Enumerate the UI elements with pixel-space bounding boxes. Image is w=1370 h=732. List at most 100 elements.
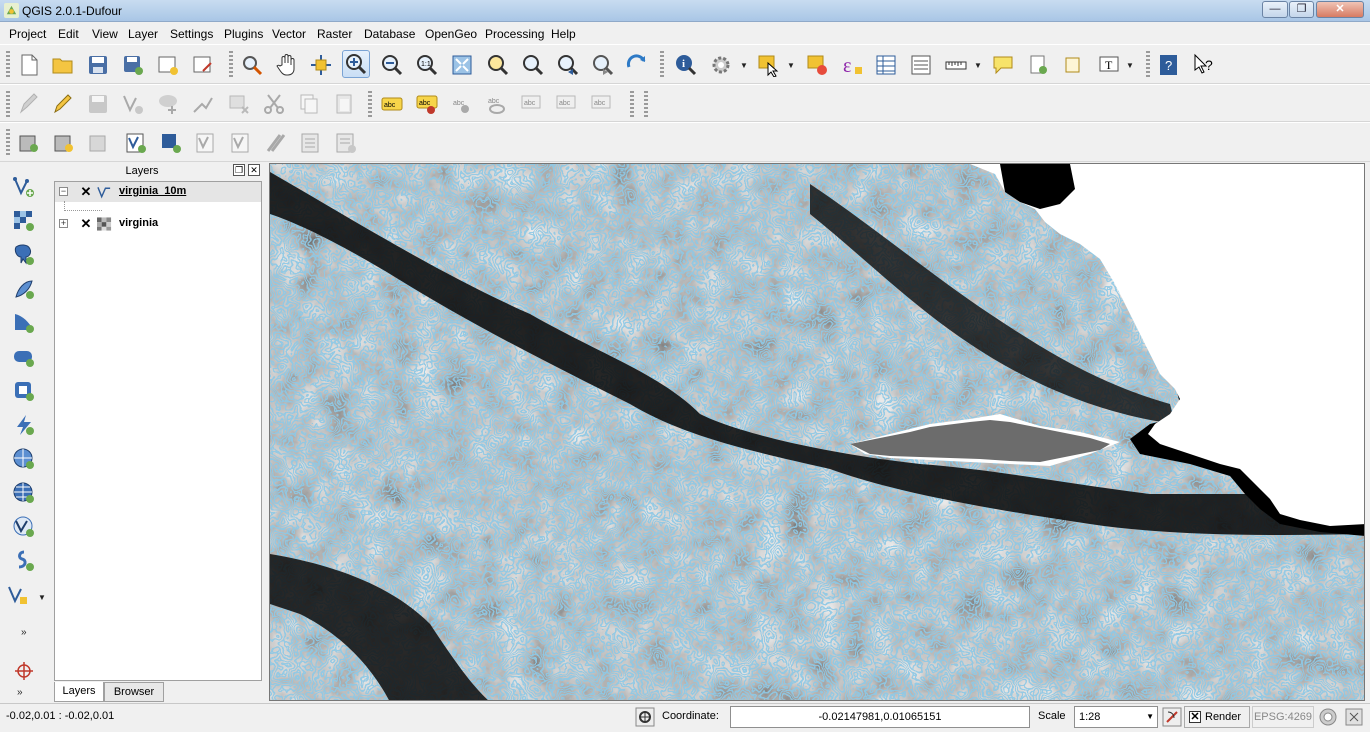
menu-settings[interactable]: Settings	[170, 27, 213, 41]
coordinate-field[interactable]: -0.02147981,0.01065151	[730, 706, 1030, 728]
layer-row-virginia-10m[interactable]: − ✕ virginia_10m	[55, 182, 261, 202]
delete-selected-icon[interactable]	[225, 90, 253, 118]
messages-icon[interactable]	[1344, 707, 1364, 727]
show-bookmarks-icon[interactable]	[1059, 51, 1087, 79]
zoom-to-layer-icon[interactable]	[518, 51, 546, 79]
toolbar-grip[interactable]	[6, 129, 10, 155]
zoom-actual-size-icon[interactable]: 1:1	[413, 51, 441, 79]
add-gps-icon[interactable]	[10, 513, 38, 541]
add-wfs-icon[interactable]	[262, 129, 290, 157]
help-icon[interactable]: ?	[1155, 51, 1183, 79]
toolbar-grip[interactable]	[630, 91, 634, 117]
render-checkbox[interactable]: ✕	[1189, 711, 1201, 723]
collapse-icon[interactable]: −	[59, 187, 68, 196]
map-tips-icon[interactable]	[989, 51, 1017, 79]
whats-this-icon[interactable]: ?	[1190, 51, 1218, 79]
add-spatialite-icon[interactable]	[15, 129, 43, 157]
toolbar-grip[interactable]	[6, 91, 10, 117]
move-feature-icon[interactable]	[154, 90, 182, 118]
zoom-full-icon[interactable]	[448, 51, 476, 79]
chevron-down-icon[interactable]: »	[21, 627, 31, 638]
chevron-down-icon[interactable]: ▼	[740, 61, 750, 71]
render-toggle[interactable]: ✕ Render	[1184, 706, 1250, 728]
toggle-editing-icon[interactable]	[49, 90, 77, 118]
copy-features-icon[interactable]	[295, 90, 323, 118]
toolbar-grip[interactable]	[368, 91, 372, 117]
current-edits-icon[interactable]	[15, 90, 43, 118]
menu-processing[interactable]: Processing	[485, 27, 544, 41]
add-wms-layer-icon[interactable]	[10, 377, 38, 405]
statistics-icon[interactable]	[907, 51, 935, 79]
chevron-down-icon[interactable]: ▼	[1146, 707, 1154, 727]
show-hide-labels-icon[interactable]: abc	[448, 90, 476, 118]
menu-plugins[interactable]: Plugins	[224, 27, 263, 41]
pin-labels-icon[interactable]: abc	[413, 90, 441, 118]
pan-to-selection-icon[interactable]	[307, 51, 335, 79]
more-tools-icon-2[interactable]: »	[17, 687, 27, 698]
crs-icon[interactable]	[1318, 707, 1338, 727]
add-vector-icon[interactable]	[227, 129, 255, 157]
new-print-composer-icon[interactable]	[154, 51, 182, 79]
toolbar-grip[interactable]	[6, 51, 10, 77]
menu-raster[interactable]: Raster	[317, 27, 352, 41]
add-raster-layer-icon[interactable]	[10, 207, 38, 235]
zoom-next-icon[interactable]	[588, 51, 616, 79]
composer-manager-icon[interactable]	[189, 51, 217, 79]
chevron-down-icon[interactable]: ▼	[974, 61, 984, 71]
toolbar-grip[interactable]	[660, 51, 664, 77]
layer-visibility-checkbox[interactable]: ✕	[80, 185, 92, 198]
expand-icon[interactable]: +	[59, 219, 68, 228]
touch-zoom-icon[interactable]	[238, 51, 266, 79]
scale-combobox[interactable]: 1:28 ▼	[1074, 706, 1158, 728]
add-feature-icon[interactable]	[119, 90, 147, 118]
label-icon[interactable]: abc	[378, 90, 406, 118]
new-bookmark-icon[interactable]	[1024, 51, 1052, 79]
menu-edit[interactable]: Edit	[58, 27, 79, 41]
menu-opengeo[interactable]: OpenGeo	[425, 27, 477, 41]
rotate-label-icon[interactable]: abc	[518, 90, 546, 118]
tab-browser[interactable]: Browser	[104, 682, 164, 702]
node-tool-icon[interactable]	[189, 90, 217, 118]
zoom-out-icon[interactable]	[378, 51, 406, 79]
pan-icon[interactable]	[273, 51, 301, 79]
add-spatialite-layer-icon[interactable]	[10, 275, 38, 303]
change-label-icon[interactable]: abc	[553, 90, 581, 118]
add-delimited-text-icon[interactable]	[10, 479, 38, 507]
move-label-icon[interactable]: abc	[483, 90, 511, 118]
rotation-icon[interactable]	[1162, 707, 1182, 727]
new-project-icon[interactable]	[15, 51, 43, 79]
zoom-last-icon[interactable]	[553, 51, 581, 79]
toolbar-grip[interactable]	[1146, 51, 1150, 77]
toggle-extents-icon[interactable]	[635, 707, 655, 727]
save-as-icon[interactable]	[119, 51, 147, 79]
save-project-icon[interactable]	[84, 51, 112, 79]
select-icon[interactable]	[754, 51, 782, 79]
save-edits-icon[interactable]	[84, 90, 112, 118]
paste-features-icon[interactable]	[330, 90, 358, 118]
add-oracle-icon[interactable]	[85, 129, 113, 157]
run-action-icon[interactable]	[707, 51, 735, 79]
new-spatialite-icon[interactable]	[157, 129, 185, 157]
add-vector-layer-icon[interactable]	[10, 173, 38, 201]
add-wfs-layer-icon[interactable]	[10, 445, 38, 473]
add-mssql-icon[interactable]	[50, 129, 78, 157]
add-delimited-text-icon[interactable]	[192, 129, 220, 157]
menu-view[interactable]: View	[92, 27, 118, 41]
add-mssql-layer-icon[interactable]	[10, 309, 38, 337]
add-wcs-layer-icon[interactable]	[10, 411, 38, 439]
open-project-icon[interactable]	[49, 51, 77, 79]
layer-visibility-checkbox[interactable]: ✕	[80, 217, 92, 230]
chevron-down-icon[interactable]: ▼	[38, 593, 48, 603]
field-calculator-icon[interactable]: ε	[838, 51, 866, 79]
close-window-button[interactable]: ✕	[1316, 1, 1364, 18]
tab-layers[interactable]: Layers	[54, 682, 104, 702]
deselect-icon[interactable]	[803, 51, 831, 79]
zoom-to-selection-icon[interactable]	[483, 51, 511, 79]
add-postgis-icon[interactable]	[332, 129, 360, 157]
close-panel-icon[interactable]: ✕	[248, 164, 260, 176]
menu-vector[interactable]: Vector	[272, 27, 306, 41]
attribute-table-icon[interactable]	[872, 51, 900, 79]
add-postgis-layer-icon[interactable]	[10, 241, 38, 269]
new-layer-icon[interactable]	[10, 547, 38, 575]
menu-help[interactable]: Help	[551, 27, 576, 41]
